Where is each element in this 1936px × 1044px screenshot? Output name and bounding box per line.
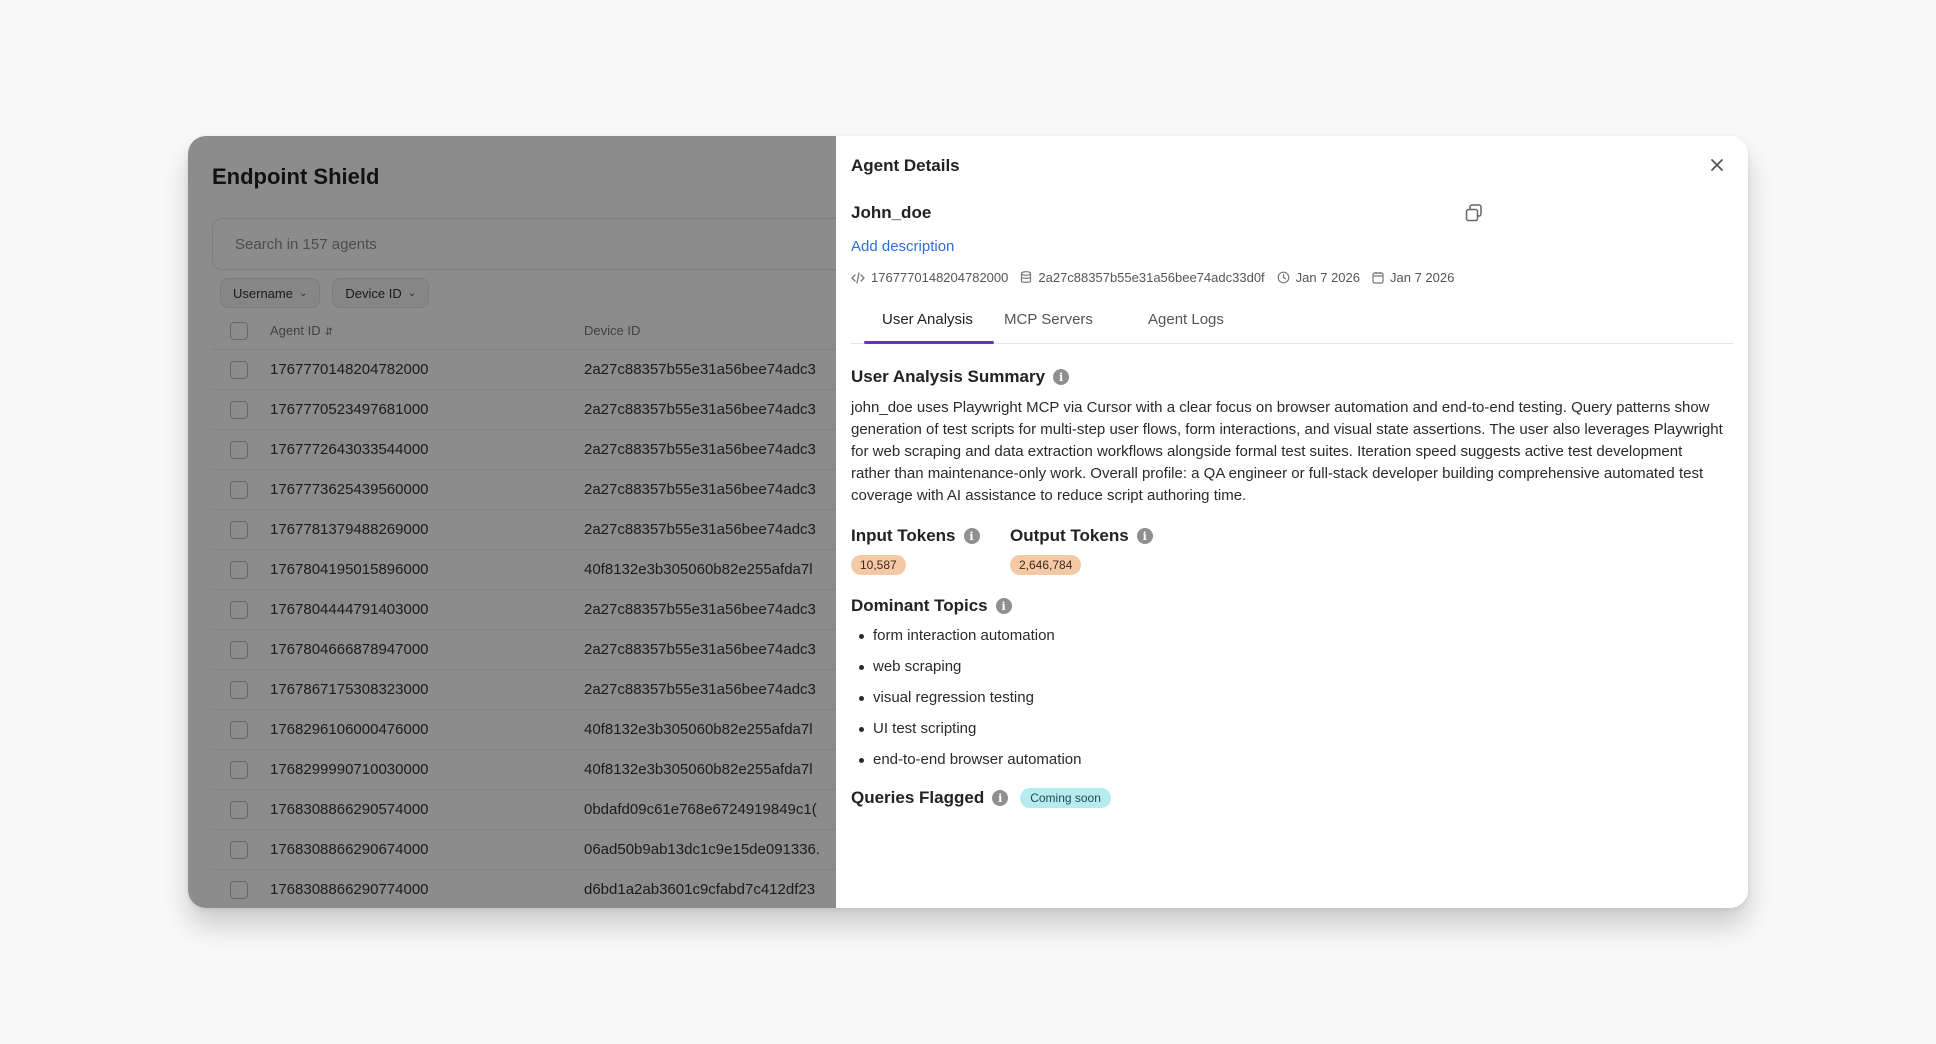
- topics-list: form interaction automation web scraping…: [851, 626, 1081, 781]
- agent-name: John_doe: [851, 203, 932, 222]
- list-item: visual regression testing: [851, 688, 1081, 719]
- list-item: web scraping: [851, 657, 1081, 688]
- info-icon[interactable]: i: [995, 598, 1012, 614]
- panel-tabs: User Analysis MCP Servers Agent Logs: [851, 302, 1733, 344]
- modal-overlay[interactable]: [188, 136, 836, 908]
- summary-heading: User Analysis Summary i: [851, 367, 1070, 387]
- meta-agent-id-value: 1767770148204782000: [871, 270, 1009, 285]
- meta-updated-value: Jan 7 2026: [1390, 270, 1455, 285]
- queries-flagged-heading: Queries Flagged i Coming soon: [851, 788, 1111, 808]
- close-icon: [1711, 159, 1723, 171]
- input-tokens-heading: Input Tokens i: [851, 526, 980, 546]
- list-item: UI test scripting: [851, 719, 1081, 750]
- input-tokens: Input Tokens i 10,587: [851, 526, 980, 575]
- code-icon: [851, 271, 865, 284]
- info-icon[interactable]: i: [1053, 369, 1070, 385]
- topics-heading-text: Dominant Topics: [851, 596, 988, 615]
- tab-agent-logs[interactable]: Agent Logs: [1148, 302, 1224, 344]
- meta-device-id-value: 2a27c88357b55e31a56bee74adc33d0f: [1038, 270, 1265, 285]
- calendar-icon: [1372, 272, 1384, 284]
- output-tokens-label: Output Tokens: [1010, 526, 1129, 545]
- copy-icon: [1465, 204, 1482, 222]
- tab-user-analysis[interactable]: User Analysis: [882, 302, 973, 344]
- clock-icon: [1277, 271, 1290, 284]
- list-item: form interaction automation: [851, 626, 1081, 657]
- coming-soon-badge: Coming soon: [1020, 788, 1111, 808]
- list-item: end-to-end browser automation: [851, 750, 1081, 781]
- output-tokens-badge: 2,646,784: [1010, 555, 1082, 575]
- meta-device-id: 2a27c88357b55e31a56bee74adc33d0f: [1020, 270, 1265, 285]
- add-description-link[interactable]: Add description: [851, 238, 954, 255]
- info-icon[interactable]: i: [1136, 528, 1153, 544]
- app-window: Endpoint Shield Search in 157 agents Use…: [188, 136, 1748, 908]
- output-tokens: Output Tokens i 2,646,784: [1010, 526, 1153, 575]
- agent-details-panel: Agent Details John_doe Add description 1…: [836, 136, 1748, 908]
- agent-meta: 1767770148204782000 2a27c88357b55e31a56b…: [851, 270, 1466, 285]
- meta-updated: Jan 7 2026: [1372, 270, 1454, 285]
- output-tokens-heading: Output Tokens i: [1010, 526, 1153, 546]
- topics-heading: Dominant Topics i: [851, 596, 1012, 616]
- meta-created-value: Jan 7 2026: [1295, 270, 1360, 285]
- meta-agent-id: 1767770148204782000: [851, 270, 1008, 285]
- summary-heading-text: User Analysis Summary: [851, 367, 1046, 386]
- queries-flagged-heading-text: Queries Flagged: [851, 788, 985, 807]
- input-tokens-badge: 10,587: [851, 555, 906, 575]
- panel-title: Agent Details: [851, 156, 960, 175]
- close-button[interactable]: [1704, 152, 1730, 178]
- input-tokens-label: Input Tokens: [851, 526, 956, 545]
- meta-created: Jan 7 2026: [1277, 270, 1360, 285]
- tab-mcp-servers[interactable]: MCP Servers: [1004, 302, 1093, 344]
- active-tab-indicator: [864, 341, 994, 344]
- copy-button[interactable]: [1464, 203, 1486, 225]
- summary-text: john_doe uses Playwright MCP via Cursor …: [851, 399, 1723, 504]
- info-icon[interactable]: i: [963, 528, 980, 544]
- database-icon: [1021, 271, 1032, 283]
- info-icon[interactable]: i: [992, 790, 1009, 806]
